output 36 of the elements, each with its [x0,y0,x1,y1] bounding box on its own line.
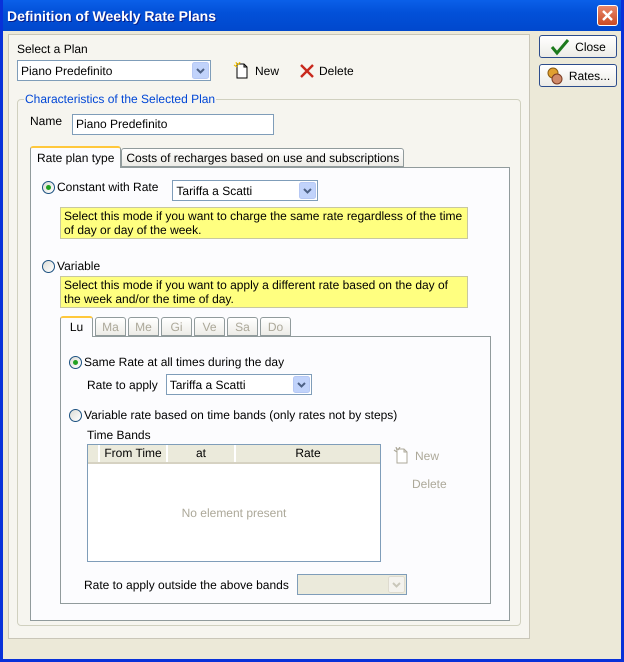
empty-message: No element present [182,506,286,520]
close-icon[interactable] [597,5,618,26]
new-button[interactable]: New [233,62,280,80]
checkmark-icon [550,38,570,56]
section-label: Time Bands [87,428,152,442]
tab[interactable]: Costs of recharges based on use and subscriptions [121,148,404,167]
coins-icon [546,66,564,84]
plan-dropdown[interactable]: Piano Predefinito [17,60,211,81]
radio-circle-icon[interactable] [69,408,82,422]
field-label: Select a Plan [17,42,89,56]
name-field[interactable]: Piano Predefinito [72,114,274,135]
radio-circle-icon[interactable] [42,180,55,194]
tab[interactable]: Rate plan type [30,146,122,168]
field-label: Rate to apply [87,378,158,392]
column-header[interactable]: From Time [98,445,166,462]
radio-button[interactable]: Same Rate at all times during the day [69,355,284,369]
rates-button[interactable]: Rates... [539,64,617,87]
field-label: Rate to apply outside the above bands [84,578,289,592]
radio-button[interactable]: Variable rate based on time bands (only rates not by steps) [69,408,398,422]
day-tab[interactable]: Lu [60,316,93,337]
delete-button[interactable]: Delete [299,62,354,78]
rate-dropdown[interactable]: Tariffa a Scatti [166,374,312,395]
column-header[interactable]: Rate [234,445,380,462]
hint-text: Select this mode if you want to charge the same rate regardless of the time of day or day of the week. [60,207,468,239]
window-title: Definition of Weekly Rate Plans [7,8,216,24]
rate-dropdown[interactable]: Tariffa a Scatti [172,180,318,201]
radio-circle-icon[interactable] [69,356,82,368]
radio-button[interactable]: Variable [42,259,100,273]
column-header[interactable]: at [166,445,234,462]
field-label: Name [30,114,62,128]
hint-text: Select this mode if you want to apply a different rate based on the day of the week and/or the time of day. [60,276,468,308]
radio-button[interactable]: Constant with Rate [42,180,158,194]
radio-circle-icon[interactable] [42,260,55,272]
group-title: Characteristics of the Selected Plan [24,92,216,106]
delete-x-icon [299,62,316,78]
close-button[interactable]: Close [539,35,617,58]
